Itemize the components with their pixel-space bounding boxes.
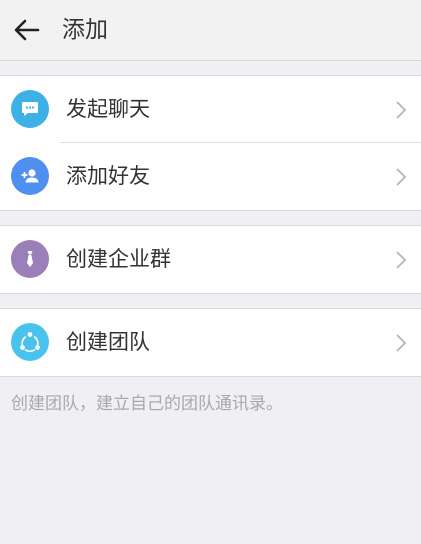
- add-friend-item[interactable]: 添加好友: [0, 143, 421, 210]
- chevron-right-icon: [396, 168, 407, 186]
- start-chat-label: 发起聊天: [66, 97, 150, 121]
- create-enterprise-group-item[interactable]: 创建企业群: [0, 226, 421, 293]
- chevron-right-icon: [396, 334, 407, 352]
- top-bar: 添加: [0, 0, 421, 61]
- arrow-left-icon: [14, 19, 40, 41]
- menu-group-chat: 发起聊天 添加好友: [0, 75, 421, 211]
- team-share-icon: [11, 323, 49, 361]
- create-team-label: 创建团队: [66, 330, 150, 354]
- page-title: 添加: [62, 17, 108, 43]
- menu-group-team: 创建团队: [0, 308, 421, 377]
- add-person-icon: [11, 157, 49, 195]
- create-team-hint: 创建团队，建立自己的团队通讯录。: [11, 394, 283, 414]
- add-friend-label: 添加好友: [66, 164, 150, 188]
- chevron-right-icon: [396, 101, 407, 119]
- create-enterprise-group-label: 创建企业群: [66, 247, 171, 271]
- chevron-right-icon: [396, 251, 407, 269]
- menu-group-enterprise: 创建企业群: [0, 225, 421, 294]
- start-chat-item[interactable]: 发起聊天: [0, 76, 421, 143]
- back-button[interactable]: [8, 12, 46, 48]
- chat-bubble-icon: [11, 90, 49, 128]
- tie-icon: [11, 240, 49, 278]
- create-team-item[interactable]: 创建团队: [0, 309, 421, 376]
